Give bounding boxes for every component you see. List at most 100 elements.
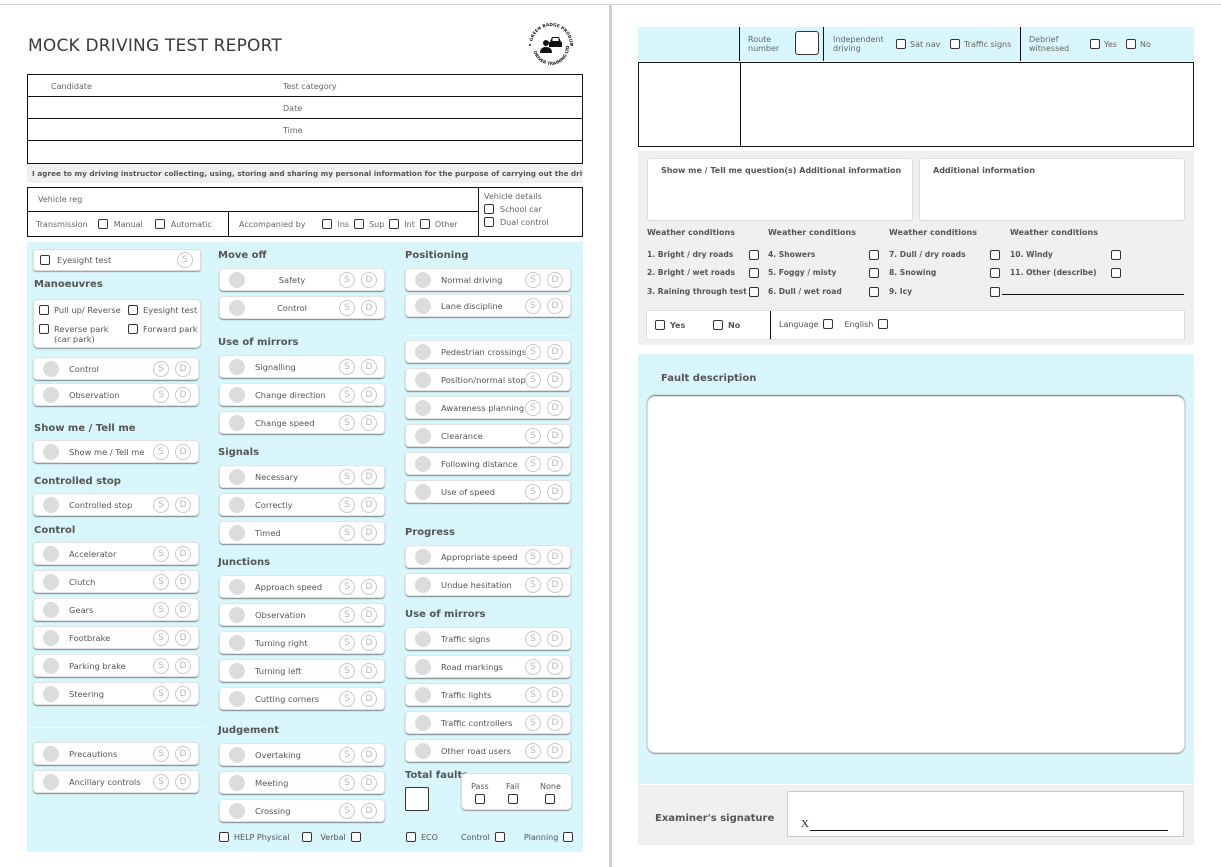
- weather-other-describe-checkbox[interactable]: [990, 287, 1000, 297]
- dangerous-fault-button[interactable]: D: [547, 686, 563, 703]
- serious-fault-button[interactable]: S: [525, 714, 541, 731]
- serious-fault-button[interactable]: S: [153, 601, 169, 618]
- weather-option-checkbox[interactable]: [869, 268, 879, 278]
- pull-up-reverse-checkbox[interactable]: [39, 305, 49, 315]
- manual-checkbox[interactable]: [97, 219, 108, 229]
- serious-fault-button[interactable]: S: [525, 686, 541, 703]
- driving-fault-marker[interactable]: [43, 573, 59, 590]
- driving-fault-marker[interactable]: [43, 685, 59, 702]
- driving-fault-marker[interactable]: [43, 545, 59, 562]
- driving-fault-marker[interactable]: [415, 371, 431, 388]
- fault-description-input[interactable]: [647, 396, 1185, 753]
- yes-checkbox[interactable]: [655, 320, 665, 330]
- pass-checkbox[interactable]: [474, 794, 485, 804]
- verbal-pre-checkbox[interactable]: [302, 832, 313, 842]
- automatic-checkbox[interactable]: [154, 219, 165, 229]
- driving-fault-marker[interactable]: [43, 360, 59, 377]
- weather-option-checkbox[interactable]: [869, 250, 879, 260]
- debrief-no-checkbox[interactable]: [1126, 39, 1136, 49]
- serious-fault-button[interactable]: S: [339, 414, 355, 431]
- route-notes-box[interactable]: [638, 62, 1194, 147]
- driving-fault-marker[interactable]: [229, 299, 245, 316]
- driving-fault-marker[interactable]: [43, 443, 59, 460]
- eco-checkbox[interactable]: [406, 832, 416, 842]
- serious-fault-button[interactable]: S: [339, 386, 355, 403]
- serious-fault-button[interactable]: S: [153, 386, 169, 403]
- serious-fault-button[interactable]: S: [525, 483, 541, 500]
- additional-info-field[interactable]: Additional information: [919, 158, 1185, 221]
- driving-fault-marker[interactable]: [229, 802, 245, 819]
- driving-fault-marker[interactable]: [229, 746, 245, 763]
- weather-option-checkbox[interactable]: [749, 250, 759, 260]
- weather-option-checkbox[interactable]: [1111, 250, 1121, 260]
- driving-fault-marker[interactable]: [415, 714, 431, 731]
- dangerous-fault-button[interactable]: D: [547, 297, 563, 314]
- serious-fault-button[interactable]: S: [339, 746, 355, 763]
- serious-fault-button[interactable]: S: [339, 690, 355, 707]
- blank-row[interactable]: [28, 141, 582, 163]
- english-checkbox[interactable]: [878, 319, 889, 329]
- serious-fault-button[interactable]: S: [339, 578, 355, 595]
- debrief-yes-checkbox[interactable]: [1090, 39, 1100, 49]
- no-checkbox[interactable]: [713, 320, 723, 330]
- dangerous-fault-button[interactable]: D: [175, 386, 191, 403]
- serious-fault-button[interactable]: S: [339, 774, 355, 791]
- serious-fault-button[interactable]: S: [339, 662, 355, 679]
- dangerous-fault-button[interactable]: D: [361, 606, 377, 623]
- serious-fault-button[interactable]: S: [339, 524, 355, 541]
- dangerous-fault-button[interactable]: D: [361, 634, 377, 651]
- eco-planning-checkbox[interactable]: [563, 832, 574, 842]
- dangerous-fault-button[interactable]: D: [547, 271, 563, 288]
- time-row[interactable]: Time: [28, 119, 582, 141]
- total-faults-input[interactable]: [405, 787, 429, 811]
- serious-fault-button[interactable]: S: [339, 634, 355, 651]
- serious-fault-button[interactable]: S: [525, 343, 541, 360]
- serious-fault-button[interactable]: S: [525, 371, 541, 388]
- dangerous-fault-button[interactable]: D: [547, 548, 563, 565]
- driving-fault-marker[interactable]: [43, 601, 59, 618]
- driving-fault-marker[interactable]: [415, 455, 431, 472]
- driving-fault-marker[interactable]: [415, 742, 431, 759]
- driving-fault-marker[interactable]: [229, 496, 245, 513]
- dangerous-fault-button[interactable]: D: [547, 576, 563, 593]
- none-checkbox[interactable]: [545, 794, 556, 804]
- serious-fault-button[interactable]: S: [153, 443, 169, 460]
- serious-fault-button[interactable]: S: [177, 252, 193, 268]
- dangerous-fault-button[interactable]: D: [361, 386, 377, 403]
- driving-fault-marker[interactable]: [415, 297, 431, 314]
- dangerous-fault-button[interactable]: D: [175, 573, 191, 590]
- sat-nav-checkbox[interactable]: [896, 39, 906, 49]
- serious-fault-button[interactable]: S: [153, 573, 169, 590]
- dangerous-fault-button[interactable]: D: [361, 802, 377, 819]
- eyesight-checkbox[interactable]: [40, 255, 50, 265]
- dangerous-fault-button[interactable]: D: [547, 714, 563, 731]
- sup-checkbox[interactable]: [354, 219, 365, 229]
- weather-option-checkbox[interactable]: [990, 250, 1000, 260]
- driving-fault-marker[interactable]: [229, 774, 245, 791]
- serious-fault-button[interactable]: S: [339, 496, 355, 513]
- show-me-additional-info-field[interactable]: Show me / Tell me question(s) Additional…: [647, 158, 913, 221]
- driving-fault-marker[interactable]: [229, 468, 245, 485]
- vehicle-reg-field[interactable]: Vehicle reg: [28, 188, 478, 212]
- dangerous-fault-button[interactable]: D: [547, 630, 563, 647]
- weather-option-checkbox[interactable]: [749, 268, 759, 278]
- dangerous-fault-button[interactable]: D: [361, 690, 377, 707]
- driving-fault-marker[interactable]: [415, 427, 431, 444]
- serious-fault-button[interactable]: S: [525, 742, 541, 759]
- dangerous-fault-button[interactable]: D: [361, 746, 377, 763]
- dangerous-fault-button[interactable]: D: [361, 774, 377, 791]
- traffic-signs-checkbox[interactable]: [950, 39, 960, 49]
- fail-checkbox[interactable]: [507, 794, 518, 804]
- dangerous-fault-button[interactable]: D: [175, 601, 191, 618]
- date-row[interactable]: Date: [28, 97, 582, 119]
- driving-fault-marker[interactable]: [43, 745, 59, 762]
- driving-fault-marker[interactable]: [415, 483, 431, 500]
- driving-fault-marker[interactable]: [229, 358, 245, 375]
- serious-fault-button[interactable]: S: [525, 630, 541, 647]
- candidate-row[interactable]: Candidate Test category: [28, 75, 582, 97]
- serious-fault-button[interactable]: S: [339, 358, 355, 375]
- serious-fault-button[interactable]: S: [525, 658, 541, 675]
- weather-option-checkbox[interactable]: [749, 287, 759, 297]
- reverse-park-checkbox[interactable]: [39, 324, 49, 334]
- driving-fault-marker[interactable]: [229, 606, 245, 623]
